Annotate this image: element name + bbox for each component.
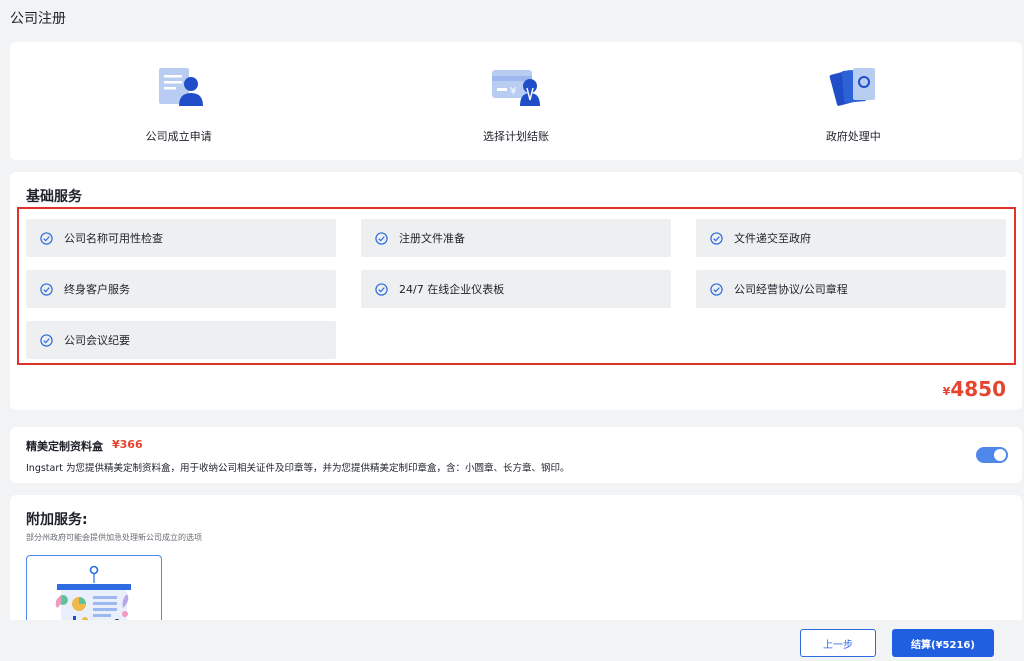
service-label: 公司名称可用性检查 xyxy=(64,232,163,245)
service-item: 终身客户服务 xyxy=(26,270,336,308)
service-item: 公司名称可用性检查 xyxy=(26,219,336,257)
document-person-icon xyxy=(158,68,203,106)
service-item: 注册文件准备 xyxy=(361,219,671,257)
payment-card-icon: ¥ xyxy=(491,70,540,106)
check-circle-icon xyxy=(40,231,53,245)
box-title: 精美定制资料盒 xyxy=(26,440,103,453)
service-item: 24/7 在线企业仪表板 xyxy=(361,270,671,308)
page-title: 公司注册 xyxy=(10,11,66,27)
step-application: 公司成立申请 xyxy=(10,42,347,160)
service-item: 公司会议纪要 xyxy=(26,321,336,359)
check-circle-icon xyxy=(40,333,53,347)
check-circle-icon xyxy=(40,282,53,296)
checkout-button[interactable]: 结算(¥5216) xyxy=(892,629,994,657)
step-checkout: ¥ 选择计划结账 xyxy=(347,42,684,160)
svg-text:¥: ¥ xyxy=(510,86,516,97)
section-title: 基础服务 xyxy=(26,189,82,205)
check-circle-icon xyxy=(375,282,388,296)
step-label: 选择计划结账 xyxy=(482,130,549,143)
check-circle-icon xyxy=(375,231,388,245)
addon-title: 附加服务: xyxy=(26,512,88,528)
addon-subtitle: 部分州政府可能会提供加急处理新公司成立的选项 xyxy=(26,533,202,542)
step-label: 政府处理中 xyxy=(825,130,881,143)
step-government: 政府处理中 xyxy=(685,42,1022,160)
service-item: 文件递交至政府 xyxy=(696,219,1006,257)
price-amount: 4850 xyxy=(950,377,1006,401)
check-circle-icon xyxy=(710,282,723,296)
service-label: 终身客户服务 xyxy=(64,283,130,296)
check-circle-icon xyxy=(710,231,723,245)
progress-steps: 公司成立申请 ¥ 选择计划结账 政府处理中 xyxy=(10,42,1022,160)
service-label: 24/7 在线企业仪表板 xyxy=(399,283,505,296)
addon-services-card: 附加服务: 部分州政府可能会提供加急处理新公司成立的选项 xyxy=(10,495,1022,635)
basic-services-card: 基础服务 公司名称可用性检查 注册文件准备 文件递交至政府 终身客户服务 24/… xyxy=(10,172,1022,410)
service-item: 公司经营协议/公司章程 xyxy=(696,270,1006,308)
service-label: 注册文件准备 xyxy=(399,232,465,245)
service-label: 公司经营协议/公司章程 xyxy=(734,283,848,296)
box-description: Ingstart 为您提供精美定制资料盒，用于收纳公司相关证件及印章等，并为您提… xyxy=(26,463,570,474)
prev-button[interactable]: 上一步 xyxy=(800,629,876,657)
step-label: 公司成立申请 xyxy=(145,130,212,143)
service-label: 公司会议纪要 xyxy=(64,334,130,347)
box-toggle[interactable] xyxy=(976,447,1008,463)
service-label: 文件递交至政府 xyxy=(734,232,811,245)
footer-bar: 上一步 结算(¥5216) xyxy=(0,620,1024,661)
toggle-knob xyxy=(994,449,1006,461)
documents-stack-icon xyxy=(829,68,876,106)
box-price: ¥366 xyxy=(112,438,143,451)
basic-price: ¥4850 xyxy=(943,377,1006,401)
custom-box-card: 精美定制资料盒 ¥366 Ingstart 为您提供精美定制资料盒，用于收纳公司… xyxy=(10,427,1022,483)
